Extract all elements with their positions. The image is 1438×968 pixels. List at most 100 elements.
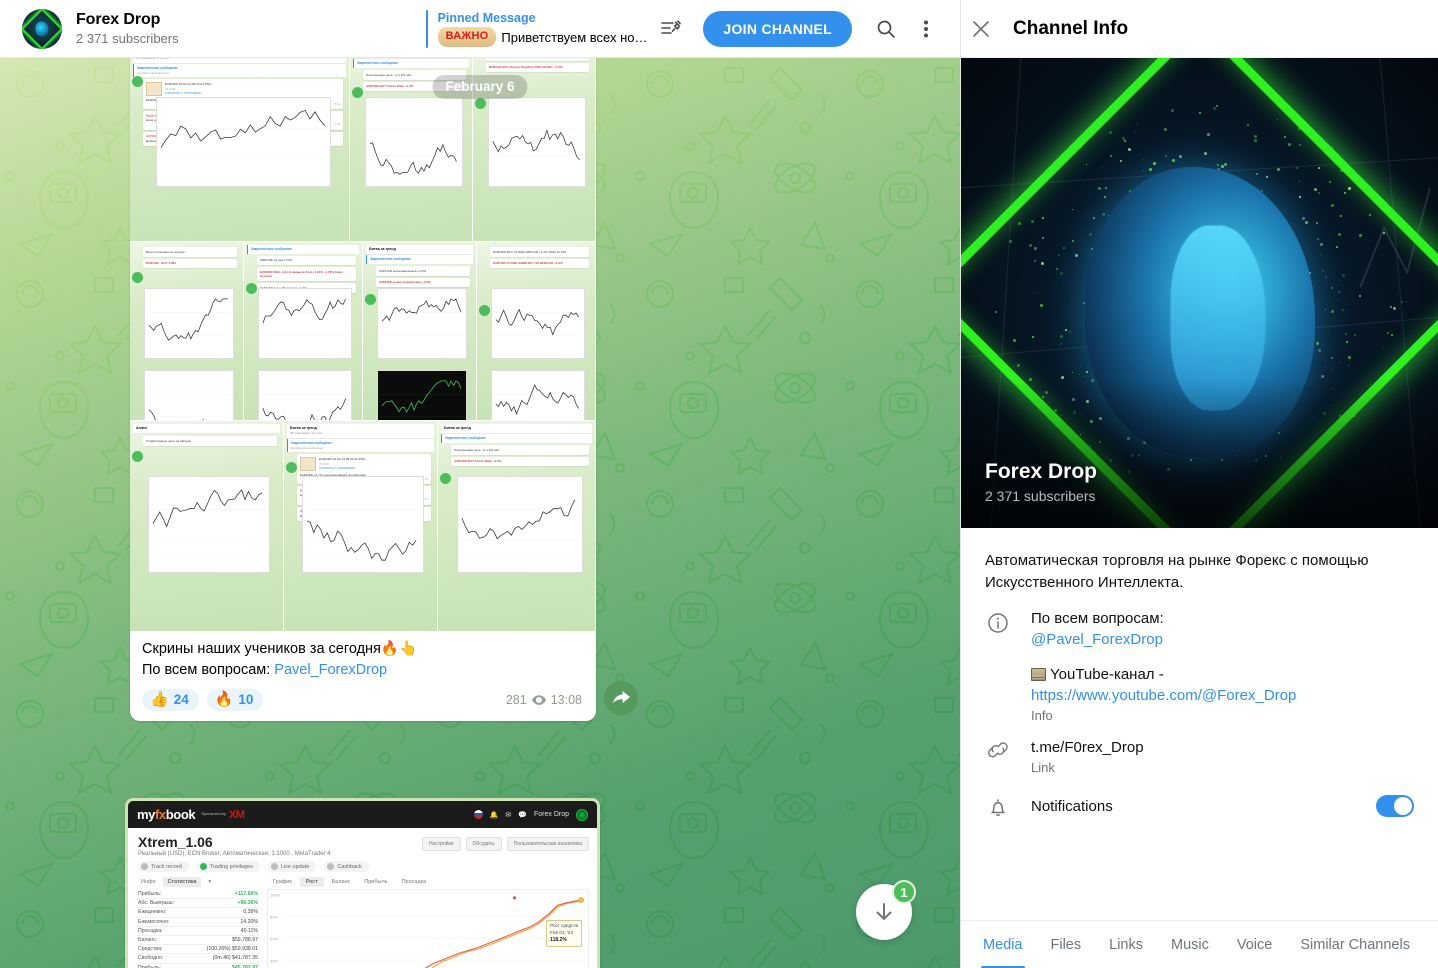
info-caption: Info: [1031, 708, 1414, 723]
mini-pinned: Закреплённое сообщение: [353, 59, 469, 68]
caption-prefix: По всем вопросам:: [142, 662, 274, 678]
link-body: t.me/F0rex_Drop Link: [1031, 737, 1414, 775]
info-circle-icon: [985, 608, 1011, 634]
graph-tab: Рост: [300, 877, 324, 887]
album-photo[interactable]: EURNZD BUY CLOSE NZDCAD +1,2% PAIR 11.14…: [477, 242, 595, 420]
reactions-row: 👍 24 🔥 10 281 13:08: [130, 685, 596, 721]
album-photo[interactable]: Битва за тренд48 участников, 3 в сетиЗак…: [130, 58, 349, 241]
message-meta: 281 13:08: [506, 693, 584, 707]
mini-chat-header: Andrei: [133, 424, 280, 434]
cover-subscriber-count: 2 371 subscribers: [985, 488, 1096, 504]
caption-line-1: Скрины наших учеников за сегодня🔥👆: [142, 639, 586, 660]
album-photo[interactable]: Битва за тренд48 участников, 3 в сетиЗак…: [284, 421, 437, 631]
tab-links[interactable]: Links: [1095, 921, 1157, 968]
mail-icon: ✉: [505, 811, 511, 819]
stat-value: (0m.46) $41,787.35: [213, 955, 258, 961]
caption-mention-link[interactable]: Pavel_ForexDrop: [274, 662, 387, 678]
album-photo[interactable]: Битва за тренд Закреплённое сообщение AUDU…: [363, 242, 476, 420]
newspaper-emoji-icon: [1031, 668, 1046, 681]
mini-price-chart: [377, 370, 467, 420]
info-row-link[interactable]: t.me/F0rex_Drop Link: [961, 723, 1438, 775]
notifications-toggle[interactable]: [1376, 795, 1414, 817]
mini-avatar: [365, 294, 376, 305]
myfxbook-logo: myfxbook: [137, 807, 195, 822]
photo-album-grid[interactable]: Битва за тренд48 участников, 3 в сетиЗак…: [130, 58, 596, 632]
chat-header-titles[interactable]: Forex Drop 2 371 subscribers: [76, 10, 179, 47]
stat-label: Прибыль:: [138, 965, 161, 968]
mini-avatar: [132, 451, 143, 462]
reaction-chip[interactable]: 🔥 10: [207, 689, 264, 711]
channel-info-panel: Channel Info Forex Drop 2 371 subscriber…: [960, 0, 1438, 968]
message-list[interactable]: February 6 Битва за тренд48 участников, …: [0, 58, 960, 968]
tab-media[interactable]: Media: [969, 921, 1037, 968]
stat-row: Абс. Выигрыш: +96.36%: [136, 899, 260, 908]
album-message[interactable]: Битва за тренд48 участников, 3 в сетиЗак…: [130, 58, 596, 721]
info-row-notifications[interactable]: Notifications: [961, 775, 1438, 819]
album-photo[interactable]: Вход в позицию на покупку ... EURUSD - BU…: [130, 242, 243, 420]
invite-link-value[interactable]: t.me/F0rex_Drop: [1031, 737, 1414, 758]
pinned-list-icon[interactable]: [651, 9, 691, 49]
mini-price-chart: [258, 370, 352, 420]
channel-cover-image[interactable]: Forex Drop 2 371 subscribers: [961, 58, 1438, 528]
mini-note: EURNZD BUY CLOSE NZDCAD +1,2% PAIR 11.14…: [490, 247, 589, 257]
language-flag-icon: [474, 810, 483, 819]
mini-price-chart: [156, 97, 331, 187]
forward-button[interactable]: [604, 681, 638, 715]
myfxbook-message[interactable]: myfxbook Sponsored by XM 🔔 ✉ 💬 Forex Dro…: [125, 798, 600, 968]
channel-details: Автоматическая торговля на рынке Форекс …: [961, 528, 1438, 819]
info-row-contact[interactable]: По всем вопросам: @Pavel_ForexDrop: [961, 594, 1438, 650]
mini-pinned: Закреплённое сообщение Handle(conservativ…: [287, 439, 434, 452]
graph-tab: Прибыль: [358, 877, 393, 887]
channel-avatar[interactable]: [22, 9, 62, 49]
pinned-message[interactable]: Pinned Message ВАЖНО Приветствуем всех н…: [426, 10, 652, 48]
graph-tabs: График Рост Баланс Прибыль Просадка: [267, 877, 589, 887]
cover-gradient-overlay: [961, 378, 1438, 528]
tab-similar-channels[interactable]: Similar Channels: [1286, 921, 1424, 968]
tab-files[interactable]: Files: [1037, 921, 1096, 968]
channel-about-text: Автоматическая торговля на рынке Форекс …: [961, 550, 1438, 594]
account-panel: Инфо Статистика ▾ Прибыль: +117.66% Абс. Выи…: [128, 877, 597, 968]
search-icon[interactable]: [866, 9, 906, 49]
myfxbook-screenshot: myfxbook Sponsored by XM 🔔 ✉ 💬 Forex Dro…: [125, 798, 600, 968]
tab-music[interactable]: Music: [1157, 921, 1223, 968]
mini-pinned-sub: Handle(conservative).set: [137, 71, 169, 75]
mini-chat-header: Битва за тренд: [441, 424, 592, 434]
growth-chart: 100%80%60%40%20%0%Apr 24, '23Jun 19, '23…: [267, 889, 589, 968]
contact-handle-link[interactable]: @Pavel_ForexDrop: [1031, 631, 1163, 648]
album-photo[interactable]: Закреплённое сообщение GBPCHF на цели 0.0…: [244, 242, 362, 420]
mini-chart-line: [380, 291, 464, 357]
youtube-url-link[interactable]: https://www.youtube.com/@Forex_Drop: [1031, 687, 1296, 704]
reaction-chip[interactable]: 👍 24: [142, 689, 199, 711]
contact-handle[interactable]: @Pavel_ForexDrop: [1031, 629, 1414, 650]
scroll-to-bottom-button[interactable]: 1: [856, 884, 912, 940]
message-bubble: Битва за тренд48 участников, 3 в сетиЗак…: [130, 58, 596, 721]
stats-list: Прибыль: +117.66% Абс. Выигрыш: +96.36% Ежед…: [136, 890, 260, 968]
mini-chart-line: [494, 291, 582, 357]
youtube-url[interactable]: https://www.youtube.com/@Forex_Drop: [1031, 685, 1414, 706]
pinned-bar: [426, 10, 428, 48]
view-count: 281: [506, 693, 527, 707]
pinned-label: Pinned Message: [438, 10, 652, 26]
album-photo[interactable]: Битва за тренд Закреплённое сообщение Повт…: [438, 421, 595, 631]
info-row-youtube[interactable]: YouTube-канал - https://www.youtube.com/…: [961, 650, 1438, 723]
stats-panel: Инфо Статистика ▾ Прибыль: +117.66% Абс. Выи…: [136, 877, 260, 968]
account-button: Обсудить: [466, 837, 502, 851]
chip-dot-icon: [200, 863, 207, 870]
mini-chart-line: [151, 479, 267, 571]
tab-voice[interactable]: Voice: [1223, 921, 1286, 968]
album-photo-content: EURNZD BUY CLOSE NZDCAD +1,2% PAIR 11.14…: [477, 242, 595, 420]
growth-chart-svg: 100%80%60%40%20%0%Apr 24, '23Jun 19, '23…: [268, 890, 588, 968]
close-icon[interactable]: [961, 9, 1001, 49]
mini-avatar: [440, 473, 451, 484]
mini-avatar: [475, 98, 486, 109]
mini-pinned-title: Закреплённое сообщение: [251, 247, 356, 252]
join-channel-button[interactable]: JOIN CHANNEL: [703, 11, 852, 47]
album-photo[interactable]: Andrei Отработанные цели на айпаде!: [130, 421, 283, 631]
stat-value: 0.39%: [243, 909, 258, 915]
myfxbook-topbar: myfxbook Sponsored by XM 🔔 ✉ 💬 Forex Dro…: [128, 801, 597, 828]
mini-avatar: [132, 272, 143, 283]
album-photo-content: Вход в позицию на покупку ... EURUSD - BU…: [130, 242, 243, 420]
graph-tab: Просадка: [396, 877, 433, 887]
more-options-icon[interactable]: [906, 9, 946, 49]
bell-icon: [985, 793, 1011, 819]
